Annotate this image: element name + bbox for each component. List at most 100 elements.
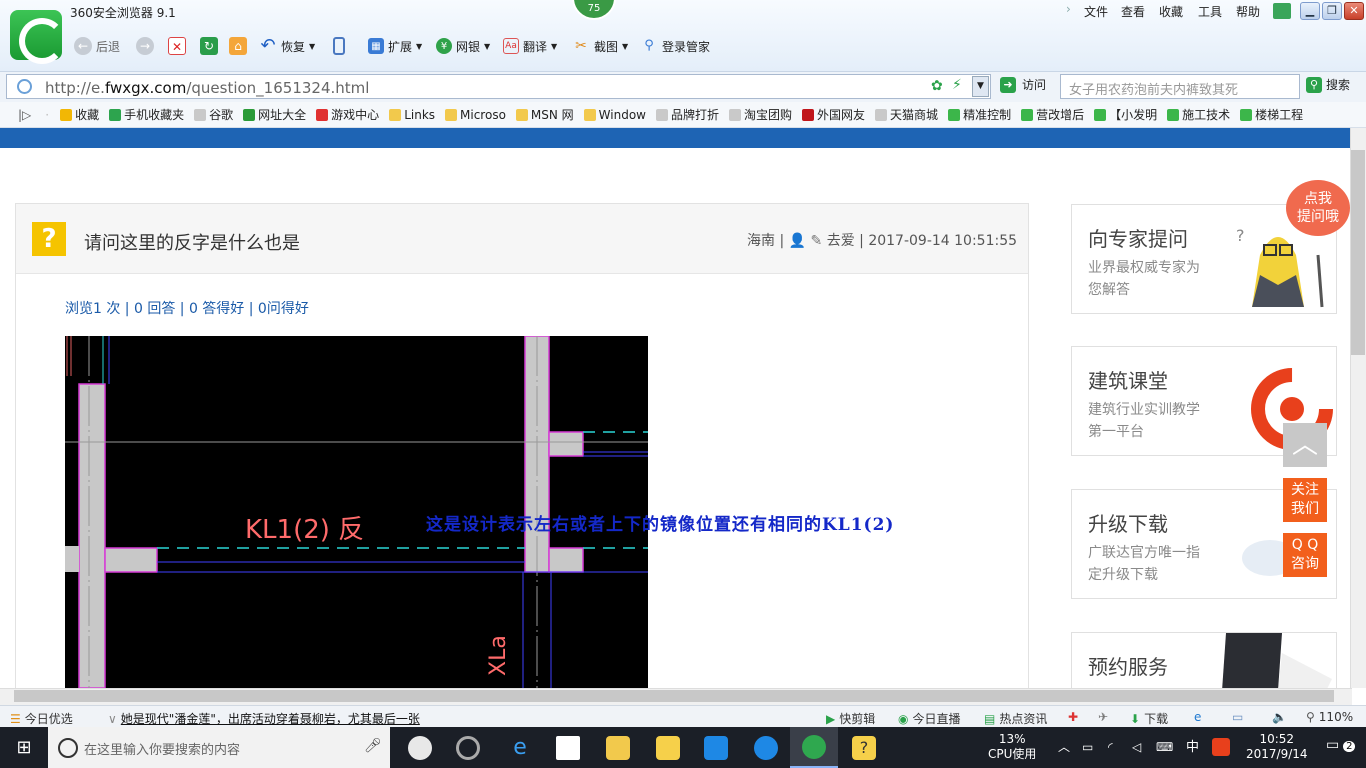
taskbar-app-360browser[interactable] xyxy=(790,727,838,768)
refresh-button[interactable]: ↻ xyxy=(200,34,218,58)
skin-shirt-icon[interactable] xyxy=(1273,3,1291,19)
extensions-icon: ▦ xyxy=(368,38,384,54)
download-button[interactable]: ⬇ 下载 xyxy=(1130,710,1168,727)
address-input[interactable]: http://e.fwxgx.com/question_1651324.html… xyxy=(6,74,991,99)
taskbar-app-settings[interactable] xyxy=(396,727,444,768)
forward-button[interactable]: → xyxy=(136,34,154,58)
screenshot-button[interactable]: ✂ 截图 ▼ xyxy=(572,34,628,58)
notes-icon xyxy=(656,735,680,760)
speed-mode-icon[interactable]: ⚡ xyxy=(952,77,962,93)
appointment-card[interactable]: 预约服务 xyxy=(1071,632,1337,692)
compat-mode-icon[interactable]: ✿ xyxy=(931,78,943,94)
taskbar-app-browser[interactable] xyxy=(444,727,492,768)
netbank-button[interactable]: ¥ 网银 ▼ xyxy=(436,34,490,58)
clock-date: 2017/9/14 xyxy=(1246,747,1308,761)
taskbar-search-input[interactable]: 在这里输入你要搜索的内容 xyxy=(48,727,390,768)
vertical-scroll-thumb[interactable] xyxy=(1351,150,1365,355)
qq-consult-button[interactable]: Q Q 咨询 xyxy=(1283,533,1327,577)
app-title: 360安全浏览器 9.1 xyxy=(70,6,176,20)
notification-center-button[interactable]: ▭ 2 xyxy=(1326,738,1356,754)
translate-button[interactable]: Aa 翻译 ▼ xyxy=(503,34,557,58)
menu-view[interactable]: 查看 xyxy=(1121,3,1145,20)
favorite-item[interactable]: 精准控制 xyxy=(943,106,1016,123)
browser-logo xyxy=(10,10,65,64)
minimize-button[interactable]: ▁ xyxy=(1300,2,1320,20)
visit-button[interactable]: ➜ 访问 xyxy=(1000,76,1046,93)
quick-clip-button[interactable]: ▶ 快剪辑 xyxy=(826,710,875,727)
maximize-button[interactable]: ❐ xyxy=(1322,2,1342,20)
favorite-item[interactable]: 网址大全 xyxy=(238,106,311,123)
follow-us-button[interactable]: 关注 我们 xyxy=(1283,478,1327,522)
news-ticker[interactable]: ∨ 她是现代"潘金莲"，出席活动穿着聂柳岩，尤其最后一张 xyxy=(108,710,420,727)
mobile-button[interactable] xyxy=(333,34,345,58)
taskbar-app-edge[interactable]: e xyxy=(496,727,544,768)
favorite-item[interactable]: 游戏中心 xyxy=(311,106,384,123)
taskbar-app-glodon[interactable] xyxy=(742,727,790,768)
favorite-item[interactable]: 楼梯工程 xyxy=(1235,106,1308,123)
ask-me-bubble[interactable]: 点我 提问哦 xyxy=(1286,180,1350,236)
today-pick-button[interactable]: ☰ 今日优选 xyxy=(10,710,73,727)
favorite-item[interactable]: 营改增后 xyxy=(1016,106,1089,123)
volume-icon[interactable]: ◁ xyxy=(1132,740,1141,755)
search-input[interactable]: 女子用农药泡前夫内裤致其死 xyxy=(1060,74,1300,99)
favorite-item[interactable]: 收藏 xyxy=(55,106,104,123)
restore-button[interactable]: ↶ 恢复 ▼ xyxy=(259,34,315,58)
horizontal-scroll-thumb[interactable] xyxy=(14,690,1334,702)
play-icon: ◉ xyxy=(898,711,909,726)
favorite-item[interactable]: Microso xyxy=(440,108,511,122)
favorite-item[interactable]: 谷歌 xyxy=(189,106,238,123)
window-button[interactable]: ▭ xyxy=(1232,710,1243,724)
address-dropdown-button[interactable]: ▼ xyxy=(972,76,989,97)
menu-favorites[interactable]: 收藏 xyxy=(1159,3,1183,20)
back-to-top-button[interactable]: ︿ xyxy=(1283,423,1327,467)
favorite-item[interactable]: 外国网友 xyxy=(797,106,870,123)
zoom-button[interactable]: ⚲ 110% xyxy=(1306,710,1353,724)
sogou-icon[interactable] xyxy=(1212,738,1230,756)
chevron-up-icon[interactable]: ︿ xyxy=(1058,740,1070,755)
favorite-label: 营改增后 xyxy=(1036,108,1085,122)
back-button[interactable]: ← 后退 xyxy=(74,34,120,58)
wifi-icon[interactable]: ◜ xyxy=(1108,740,1113,755)
start-button[interactable]: ⊞ xyxy=(0,727,48,768)
taskbar-app-store[interactable] xyxy=(544,727,592,768)
sidebar-toggle-icon[interactable]: |▷ xyxy=(0,108,45,122)
bubble-line-1: 点我 xyxy=(1304,191,1332,207)
menu-help[interactable]: 帮助 xyxy=(1236,3,1260,20)
hot-news-button[interactable]: ▤ 热点资讯 xyxy=(984,710,1047,727)
favorite-item[interactable]: 淘宝团购 xyxy=(724,106,797,123)
favorite-item[interactable]: Links xyxy=(384,108,440,122)
today-live-button[interactable]: ◉ 今日直播 xyxy=(898,710,961,727)
favorite-item[interactable]: 施工技术 xyxy=(1162,106,1235,123)
favorite-item[interactable]: 品牌打折 xyxy=(651,106,724,123)
pin-button[interactable]: ✈ xyxy=(1098,710,1108,724)
keyboard-icon[interactable]: ⌨ xyxy=(1156,740,1173,755)
favorite-item[interactable]: MSN 网 xyxy=(511,106,579,123)
menu-file[interactable]: 文件 xyxy=(1084,3,1108,20)
login-manager-button[interactable]: ⚲ 登录管家 xyxy=(640,34,710,58)
volume-button[interactable]: 🔈 xyxy=(1272,710,1287,724)
menu-tools[interactable]: 工具 xyxy=(1198,3,1222,20)
favorite-item[interactable]: 手机收藏夹 xyxy=(104,106,189,123)
taskbar-app-explorer[interactable] xyxy=(594,727,642,768)
taskbar-app-help[interactable]: ? xyxy=(840,727,888,768)
ime-indicator[interactable]: 中 xyxy=(1186,740,1199,755)
close-window-button[interactable]: ✕ xyxy=(1344,2,1364,20)
cpu-usage[interactable]: 13% CPU使用 xyxy=(988,732,1036,762)
favorite-item[interactable]: 天猫商城 xyxy=(870,106,943,123)
taskbar-app-notes[interactable] xyxy=(644,727,692,768)
favorite-item[interactable]: 【小发明 xyxy=(1089,106,1162,123)
question-user[interactable]: 去爱 xyxy=(827,233,855,249)
question-region[interactable]: 海南 xyxy=(747,233,775,249)
taskbar-app-tool[interactable] xyxy=(692,727,740,768)
home-button[interactable]: ⌂ xyxy=(229,34,247,58)
stop-button[interactable]: ✕ xyxy=(168,34,186,58)
microphone-icon[interactable]: 🎤︎ xyxy=(364,738,382,754)
ie-mode-button[interactable]: e xyxy=(1194,710,1201,724)
favorite-item[interactable]: Window xyxy=(579,108,651,122)
extend-button[interactable]: ▦ 扩展 ▼ xyxy=(368,34,422,58)
clock[interactable]: 10:52 2017/9/14 xyxy=(1246,732,1308,762)
stop-icon: ✕ xyxy=(168,37,186,55)
search-button[interactable]: ⚲ 搜索 xyxy=(1306,76,1350,93)
safety-button[interactable]: ✚ xyxy=(1068,710,1078,724)
battery-icon[interactable]: ▭ xyxy=(1082,740,1093,755)
